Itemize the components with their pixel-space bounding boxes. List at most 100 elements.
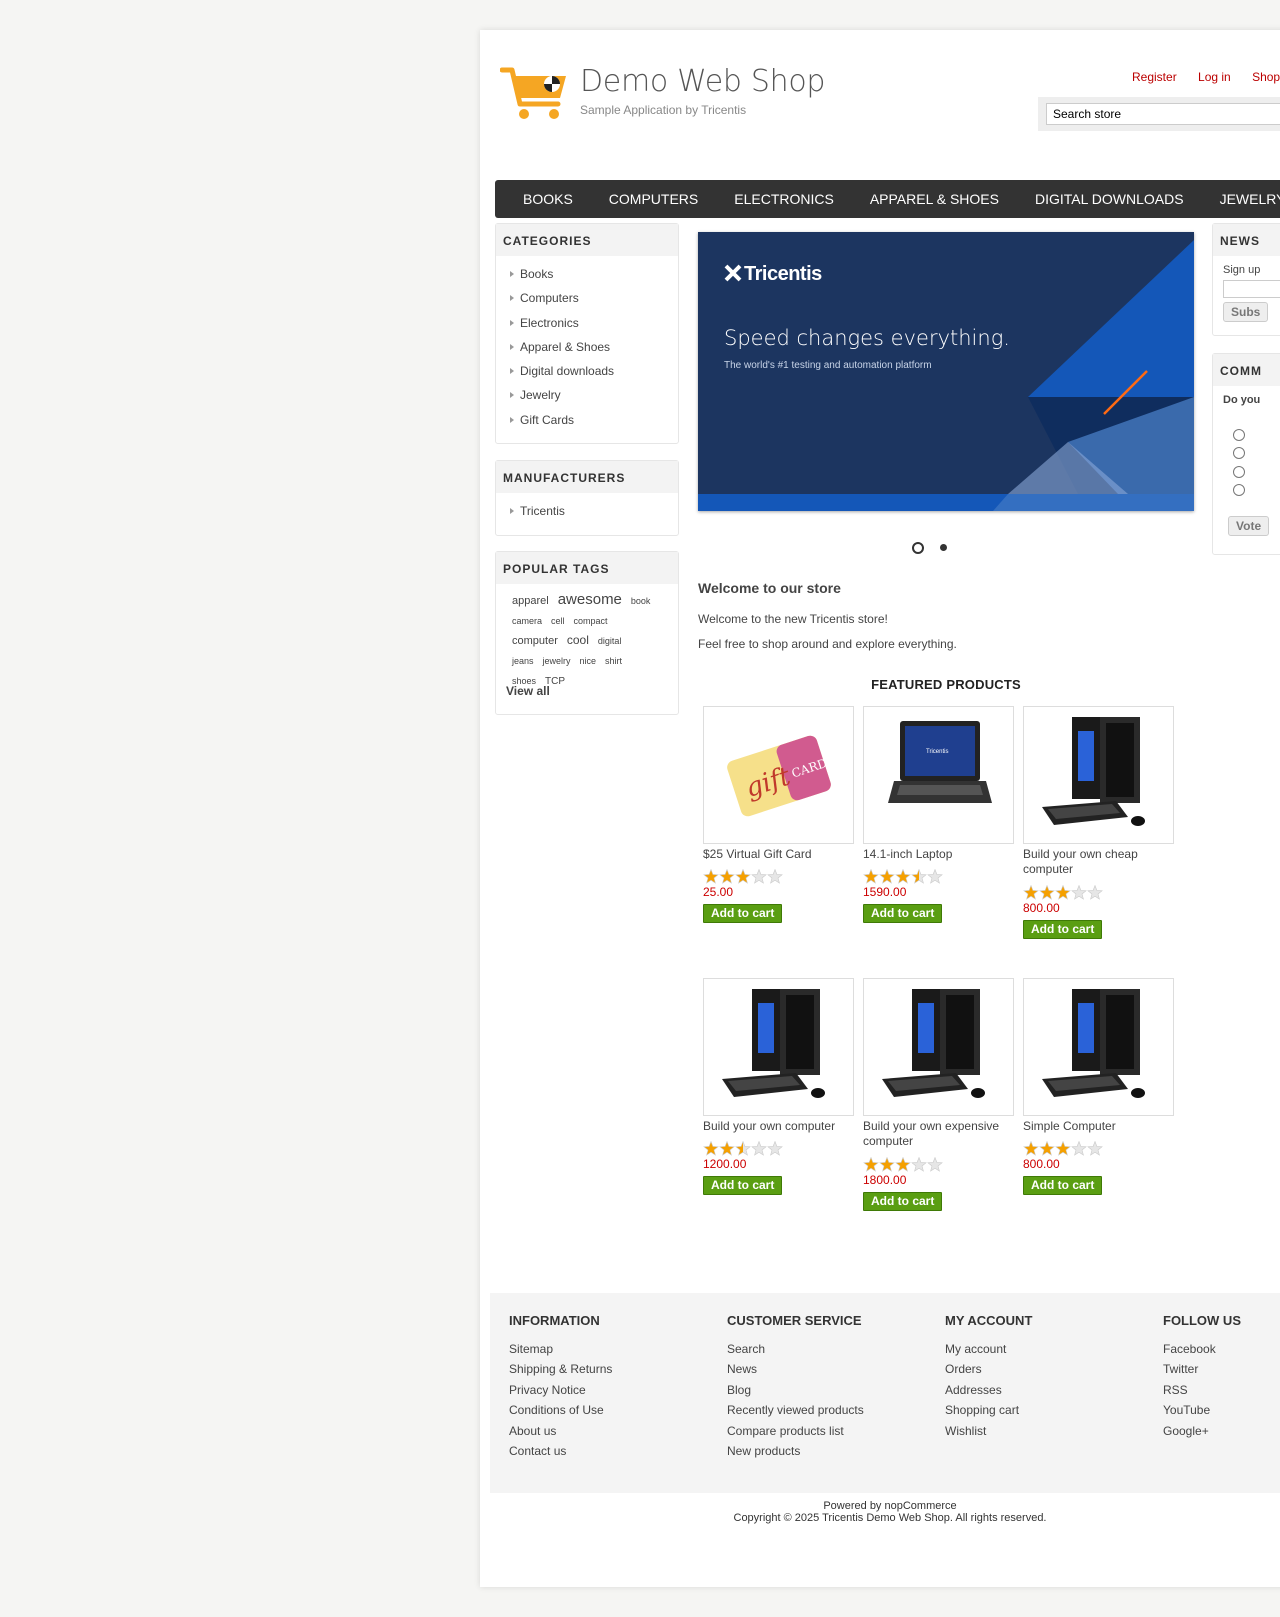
footer-link-facebook[interactable]: Facebook	[1163, 1342, 1241, 1362]
footer-link-orders[interactable]: Orders	[945, 1362, 1032, 1382]
footer-link-addresses[interactable]: Addresses	[945, 1383, 1032, 1403]
product-image-desktop[interactable]	[703, 978, 854, 1116]
footer-link-recently-viewed[interactable]: Recently viewed products	[727, 1403, 864, 1423]
product-image-gift-card[interactable]: gift CARD	[703, 706, 854, 844]
menu-digital-downloads[interactable]: DIGITAL DOWNLOADS	[1017, 191, 1202, 207]
banner-brand: Tricentis	[744, 263, 822, 285]
product-rating-3	[1023, 884, 1103, 901]
category-books[interactable]: Books	[510, 262, 664, 286]
footer-link-about-us[interactable]: About us	[509, 1424, 612, 1444]
product-price-4: 1200.00	[703, 1157, 747, 1171]
powered-by[interactable]: Powered by nopCommerce	[490, 1500, 1280, 1512]
footer-link-conditions-of-use[interactable]: Conditions of Use	[509, 1403, 612, 1423]
add-to-cart-button-2[interactable]: Add to cart	[863, 904, 943, 923]
add-to-cart-button-1[interactable]: Add to cart	[703, 904, 783, 923]
search-box	[1038, 97, 1280, 131]
poll-option-radio-4[interactable]	[1233, 484, 1245, 496]
newsletter-title: NEWS	[1213, 224, 1280, 256]
tag-compact[interactable]: compact	[574, 616, 608, 626]
add-to-cart-button-6[interactable]: Add to cart	[1023, 1176, 1103, 1195]
view-all-tags-link[interactable]: View all	[506, 684, 550, 698]
tag-apparel[interactable]: apparel	[512, 595, 549, 607]
footer-link-new-products[interactable]: New products	[727, 1444, 864, 1464]
shopping-cart-link[interactable]: Shop	[1252, 70, 1280, 84]
manufacturers-block: MANUFACTURERS Tricentis	[495, 460, 679, 536]
product-image-desktop[interactable]	[1023, 978, 1174, 1116]
tag-jeans[interactable]: jeans	[512, 656, 534, 666]
footer-link-rss[interactable]: RSS	[1163, 1383, 1241, 1403]
category-electronics[interactable]: Electronics	[510, 311, 664, 335]
tag-camera[interactable]: camera	[512, 616, 542, 626]
poll-option-radio-1[interactable]	[1233, 429, 1245, 441]
footer-link-shipping-returns[interactable]: Shipping & Returns	[509, 1362, 612, 1382]
newsletter-signup-label: Sign up	[1223, 264, 1261, 276]
tag-book[interactable]: book	[631, 596, 651, 606]
footer-link-compare-products[interactable]: Compare products list	[727, 1424, 864, 1444]
product-title-1[interactable]: $25 Virtual Gift Card	[703, 847, 853, 862]
product-price-6: 800.00	[1023, 1157, 1060, 1171]
product-image-desktop[interactable]	[1023, 706, 1174, 844]
site-title[interactable]: Demo Web Shop	[580, 64, 825, 99]
footer-link-sitemap[interactable]: Sitemap	[509, 1342, 612, 1362]
footer-link-twitter[interactable]: Twitter	[1163, 1362, 1241, 1382]
tag-shirt[interactable]: shirt	[605, 656, 622, 666]
footer-link-search[interactable]: Search	[727, 1342, 864, 1362]
footer-link-my-account[interactable]: My account	[945, 1342, 1032, 1362]
product-title-6[interactable]: Simple Computer	[1023, 1119, 1173, 1134]
tag-jewelry[interactable]: jewelry	[543, 656, 571, 666]
tag-computer[interactable]: computer	[512, 635, 558, 647]
footer-link-wishlist[interactable]: Wishlist	[945, 1424, 1032, 1444]
footer-link-contact-us[interactable]: Contact us	[509, 1444, 612, 1464]
tag-cool[interactable]: cool	[567, 633, 589, 647]
manufacturer-tricentis[interactable]: Tricentis	[510, 499, 664, 523]
menu-jewelry[interactable]: JEWELRY	[1202, 191, 1280, 207]
product-title-5[interactable]: Build your own expensive computer	[863, 1119, 1013, 1149]
product-title-4[interactable]: Build your own computer	[703, 1119, 853, 1134]
slider-dot-1[interactable]	[912, 542, 924, 554]
footer-link-news[interactable]: News	[727, 1362, 864, 1382]
category-digital-downloads[interactable]: Digital downloads	[510, 359, 664, 383]
tricentis-logo-icon	[724, 264, 744, 284]
footer-column-customer-service: CUSTOMER SERVICE Search News Blog Recent…	[727, 1313, 864, 1464]
category-apparel-shoes[interactable]: Apparel & Shoes	[510, 335, 664, 359]
header-links: Register Log in Shop	[1132, 70, 1280, 84]
newsletter-email-input[interactable]	[1223, 280, 1280, 298]
login-link[interactable]: Log in	[1198, 70, 1231, 84]
newsletter-subscribe-button[interactable]: Subs	[1223, 302, 1269, 322]
category-gift-cards[interactable]: Gift Cards	[510, 408, 664, 432]
poll-vote-button[interactable]: Vote	[1228, 516, 1270, 536]
product-image-desktop[interactable]	[863, 978, 1014, 1116]
tag-cell[interactable]: cell	[551, 616, 565, 626]
footer-link-privacy-notice[interactable]: Privacy Notice	[509, 1383, 612, 1403]
footer-link-blog[interactable]: Blog	[727, 1383, 864, 1403]
footer-link-google-plus[interactable]: Google+	[1163, 1424, 1241, 1444]
footer-column-information: INFORMATION Sitemap Shipping & Returns P…	[509, 1313, 612, 1464]
slider-dot-2[interactable]	[940, 544, 947, 551]
hero-banner[interactable]: Tricentis Speed changes everything. The …	[698, 232, 1194, 511]
poll-option-radio-3[interactable]	[1233, 466, 1245, 478]
register-link[interactable]: Register	[1132, 70, 1177, 84]
desktop-computer-image	[1042, 989, 1145, 1098]
tag-digital[interactable]: digital	[598, 636, 622, 646]
category-jewelry[interactable]: Jewelry	[510, 383, 664, 407]
footer-heading: INFORMATION	[509, 1313, 600, 1328]
footer-link-youtube[interactable]: YouTube	[1163, 1403, 1241, 1423]
category-computers[interactable]: Computers	[510, 286, 664, 310]
menu-computers[interactable]: COMPUTERS	[591, 191, 716, 207]
product-title-3[interactable]: Build your own cheap computer	[1023, 847, 1173, 877]
copyright: Copyright © 2025 Tricentis Demo Web Shop…	[733, 1512, 1047, 1524]
menu-books[interactable]: BOOKS	[505, 191, 591, 207]
add-to-cart-button-5[interactable]: Add to cart	[863, 1192, 943, 1211]
add-to-cart-button-3[interactable]: Add to cart	[1023, 920, 1103, 939]
tag-nice[interactable]: nice	[580, 656, 597, 666]
poll-option-radio-2[interactable]	[1233, 447, 1245, 459]
tag-awesome[interactable]: awesome	[558, 591, 622, 608]
add-to-cart-button-4[interactable]: Add to cart	[703, 1176, 783, 1195]
product-image-laptop[interactable]: Tricentis	[863, 706, 1014, 844]
footer-link-shopping-cart[interactable]: Shopping cart	[945, 1403, 1032, 1423]
cart-logo-icon[interactable]	[500, 66, 568, 124]
menu-apparel-shoes[interactable]: APPAREL & SHOES	[852, 191, 1017, 207]
search-input[interactable]	[1046, 103, 1280, 125]
menu-electronics[interactable]: ELECTRONICS	[716, 191, 852, 207]
product-title-2[interactable]: 14.1-inch Laptop	[863, 847, 1013, 862]
